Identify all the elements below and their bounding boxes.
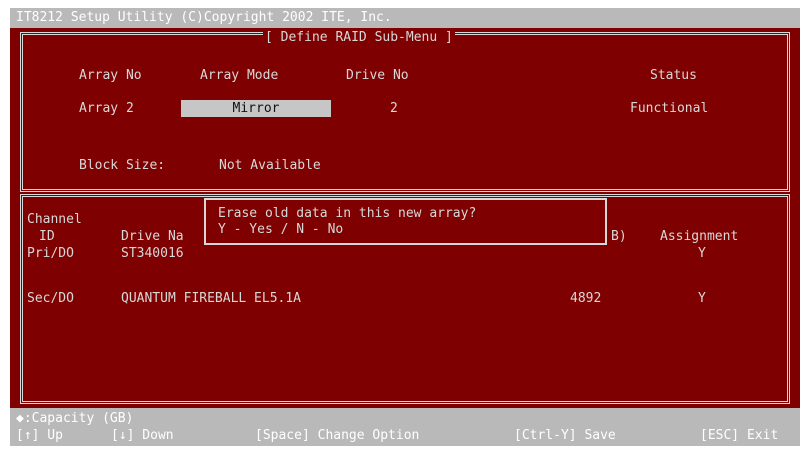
define-raid-title: [ Define RAID Sub-Menu ]	[263, 30, 455, 45]
header-capacity: B)	[611, 229, 627, 244]
utility-title: IT8212 Setup Utility (C)Copyright 2002 I…	[16, 10, 392, 25]
table-row-2-assignment[interactable]: Y	[698, 291, 706, 306]
table-row-1-assignment[interactable]: Y	[698, 246, 706, 261]
capacity-legend-label: :Capacity (GB)	[23, 411, 134, 426]
key-up[interactable]: [↑] Up	[16, 428, 63, 443]
key-down[interactable]: [↓] Down	[111, 428, 174, 443]
array-no-value[interactable]: Array 2	[79, 101, 134, 116]
dialog-options[interactable]: Y - Yes / N - No	[218, 222, 343, 237]
key-exit[interactable]: [ESC] Exit	[700, 428, 778, 443]
header-channel: Channel	[27, 212, 82, 227]
footer-bar: ◆:Capacity (GB) [↑] Up [↓] Down [Space] …	[10, 408, 800, 446]
table-row-1-channel: Pri/DO	[27, 246, 74, 261]
erase-confirm-dialog: Erase old data in this new array? Y - Ye…	[204, 198, 607, 245]
drive-no-value[interactable]: 2	[390, 101, 398, 116]
header-drive-name: Drive Na	[121, 229, 184, 244]
title-bar: IT8212 Setup Utility (C)Copyright 2002 I…	[10, 8, 800, 28]
column-status: Status	[650, 68, 697, 83]
table-row-2-capacity: 4892	[570, 291, 602, 306]
block-size-label: Block Size:	[79, 158, 166, 173]
header-assignment: Assignment	[660, 229, 739, 244]
table-row-2-drive: QUANTUM FIREBALL EL5.1A	[121, 291, 302, 306]
array-mode-selector[interactable]: Mirror	[181, 100, 331, 117]
key-save[interactable]: [Ctrl-Y] Save	[514, 428, 616, 443]
header-id: ID	[39, 229, 55, 244]
diamond-icon: ◆	[16, 411, 24, 426]
dialog-question: Erase old data in this new array?	[218, 206, 477, 221]
status-value: Functional	[630, 101, 709, 116]
table-row-1-drive: ST340016	[121, 246, 184, 261]
column-array-no: Array No	[79, 68, 142, 83]
capacity-legend: ◆:Capacity (GB)	[16, 411, 133, 426]
table-row-2-channel: Sec/DO	[27, 291, 74, 306]
bios-screen: IT8212 Setup Utility (C)Copyright 2002 I…	[10, 8, 800, 446]
key-change-option[interactable]: [Space] Change Option	[255, 428, 419, 443]
block-size-value[interactable]: Not Available	[219, 158, 321, 173]
column-drive-no: Drive No	[346, 68, 409, 83]
column-array-mode: Array Mode	[200, 68, 279, 83]
